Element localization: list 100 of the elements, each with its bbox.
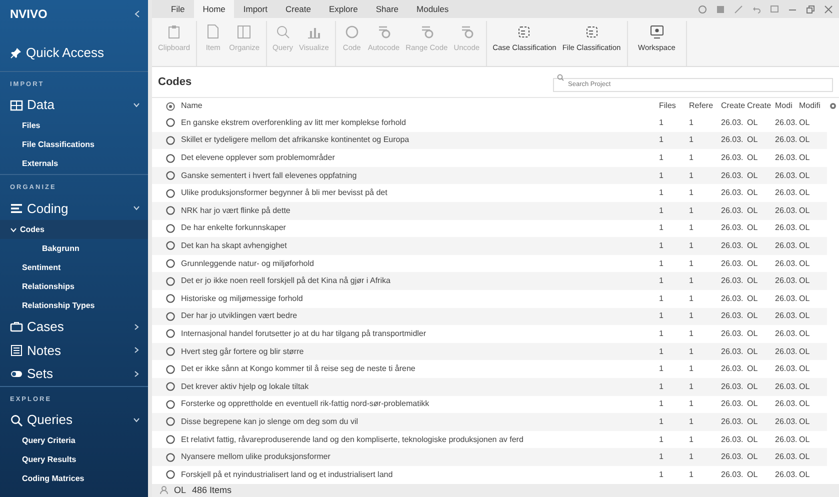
circle-icon bbox=[166, 224, 175, 233]
column-header[interactable]: Refere bbox=[687, 98, 719, 114]
sidebar-item[interactable]: Codes bbox=[0, 220, 148, 239]
circle-icon bbox=[166, 329, 175, 338]
nav-group[interactable]: Queries bbox=[0, 408, 148, 432]
code-name[interactable]: Det elevene opplever som problemområder bbox=[181, 152, 335, 164]
column-header[interactable]: Modi bbox=[773, 98, 797, 114]
sidebar-item[interactable]: Coding Matrices bbox=[0, 470, 148, 489]
table-cell: 26.03. bbox=[719, 448, 745, 466]
quick-access-link[interactable]: Quick Access bbox=[0, 25, 148, 70]
table-cell: 1 bbox=[657, 378, 687, 396]
sidebar-item[interactable]: Relationship Types bbox=[0, 296, 148, 315]
nav-group[interactable]: Coding bbox=[0, 196, 148, 220]
nav-group[interactable]: Sets bbox=[0, 362, 148, 386]
sidebar-item[interactable]: Files bbox=[0, 116, 148, 136]
table-cell: 1 bbox=[657, 308, 687, 326]
column-header[interactable]: Files bbox=[657, 98, 687, 114]
table-cell-text: OL bbox=[746, 152, 759, 164]
code-name[interactable]: NRK har jo vært flinke på dette bbox=[181, 204, 290, 217]
code-name[interactable]: Det krever aktiv hjelp og lokale tiltak bbox=[181, 380, 309, 393]
nav-group[interactable]: Notes bbox=[0, 338, 148, 362]
table-cell-text: 26.03. bbox=[720, 398, 744, 410]
menu-tab[interactable]: Share bbox=[366, 0, 408, 18]
column-header[interactable]: Modifi bbox=[797, 98, 827, 114]
table-cell-text: 26.03. bbox=[774, 363, 797, 376]
menu-tab[interactable]: Create bbox=[276, 0, 320, 18]
table-cell-text: OL bbox=[746, 468, 759, 481]
table-cell-text: 1 bbox=[688, 116, 694, 129]
table-cell-text: OL bbox=[798, 434, 811, 446]
code-name[interactable]: Forsterke og opprettholde en eventuell rik-fattig nord-sør-problematikk bbox=[181, 398, 430, 410]
circle-icon bbox=[166, 118, 175, 128]
logo: NVIVO bbox=[10, 6, 48, 23]
nav-group[interactable]: Cases bbox=[0, 315, 148, 338]
circle-icon bbox=[166, 276, 175, 286]
panel-title: Codes bbox=[158, 74, 192, 90]
table-cell-text: 26.03. bbox=[720, 434, 744, 446]
sidebar-item[interactable]: Query Results bbox=[0, 450, 148, 470]
table-cell: OL bbox=[745, 132, 773, 150]
code-name[interactable]: De har enkelte forkunnskaper bbox=[181, 222, 286, 234]
table-cell-text: 1 bbox=[658, 398, 664, 410]
table-cell: OL bbox=[745, 342, 773, 360]
table-cell-text: OL bbox=[798, 398, 811, 410]
user-initials: OL bbox=[174, 484, 186, 496]
code-name[interactable]: Grunnleggende natur- og miljøforhold bbox=[181, 258, 314, 270]
sidebar-item[interactable]: Relationships bbox=[0, 277, 148, 296]
code-name[interactable]: Internasjonal handel forutsetter jo at du har tilgang på transportmidler bbox=[181, 328, 426, 340]
code-name[interactable]: Hvert steg går fortere og blir større bbox=[181, 346, 304, 358]
code-name[interactable]: Et relativt fattig, råvareproduserende land og den kompliserte, teknologiske produksjonen av ferd bbox=[181, 434, 524, 446]
table-cell-text: 26.03. bbox=[720, 292, 744, 305]
table-cell-text: 26.03. bbox=[774, 116, 797, 129]
grid-icon bbox=[10, 98, 23, 112]
table-cell: OL bbox=[745, 166, 773, 184]
table-cell-text: OL bbox=[798, 468, 811, 481]
table-cell-text: 1 bbox=[688, 258, 694, 270]
notebook-icon bbox=[10, 344, 23, 357]
table-cell: 26.03. bbox=[773, 237, 797, 255]
code-name[interactable]: Ulike produksjonsformer begynner å bli mer bevisst på det bbox=[181, 187, 388, 200]
code-name[interactable]: Historiske og miljømessige forhold bbox=[181, 292, 303, 305]
nav-group[interactable]: Data bbox=[0, 93, 148, 117]
code-name[interactable]: Det er ikke sånn at Kongo kommer til å reise seg de neste ti årene bbox=[181, 363, 416, 376]
column-header[interactable]: Name bbox=[181, 100, 202, 112]
table-cell: 1 bbox=[657, 448, 687, 466]
menu-tab[interactable]: Modules bbox=[408, 0, 458, 18]
sidebar-item[interactable]: Externals bbox=[0, 154, 148, 174]
column-header[interactable]: Create bbox=[745, 98, 773, 114]
table-cell: 1 bbox=[657, 237, 687, 255]
menu-tab[interactable]: File bbox=[162, 0, 194, 18]
table-cell-text: 1 bbox=[658, 328, 664, 340]
table-cell-text: OL bbox=[746, 363, 759, 376]
table-cell: OL bbox=[745, 272, 773, 290]
chevron-right-icon bbox=[133, 347, 140, 354]
briefcase-icon bbox=[10, 320, 23, 334]
menu-tab[interactable]: Explore bbox=[320, 0, 367, 18]
sidebar-item[interactable]: Bakgrunn bbox=[0, 239, 148, 258]
code-name[interactable]: Der har jo utviklingen vært bedre bbox=[181, 310, 298, 322]
table-cell-text: 1 bbox=[658, 116, 664, 129]
code-name[interactable]: En ganske ekstrem overforenkling av litt mer komplekse forhold bbox=[181, 116, 406, 129]
code-name[interactable]: Forskjell på et nyindustrialisert land og et industrialisert land bbox=[181, 468, 393, 481]
clipboard-icon bbox=[166, 24, 182, 40]
code-name[interactable]: Det kan ha skapt avhengighet bbox=[181, 240, 287, 252]
table-cell-text: 26.03. bbox=[774, 152, 797, 164]
circle-icon bbox=[166, 417, 175, 426]
sidebar-item[interactable]: File Classifications bbox=[0, 136, 148, 155]
table-cell-text: OL bbox=[798, 363, 811, 376]
table-cell: OL bbox=[745, 448, 773, 466]
table-cell: OL bbox=[797, 272, 827, 290]
chevron-down-icon bbox=[133, 205, 140, 212]
table-cell: 26.03. bbox=[719, 202, 745, 220]
menu-tab[interactable]: Home bbox=[194, 0, 234, 18]
table-cell-text: 26.03. bbox=[720, 116, 744, 129]
classification-icon bbox=[584, 24, 600, 40]
table-cell-text: 26.03. bbox=[720, 222, 744, 234]
sidebar-item[interactable]: Sentiment bbox=[0, 258, 148, 277]
table-cell-text: OL bbox=[798, 222, 811, 234]
circle-icon bbox=[166, 400, 175, 409]
menu-tab[interactable]: Import bbox=[234, 0, 276, 18]
table-cell-text: OL bbox=[798, 292, 811, 305]
sidebar-item[interactable]: Query Criteria bbox=[0, 432, 148, 451]
column-header[interactable]: Create bbox=[719, 98, 745, 114]
search-icon bbox=[10, 414, 23, 426]
